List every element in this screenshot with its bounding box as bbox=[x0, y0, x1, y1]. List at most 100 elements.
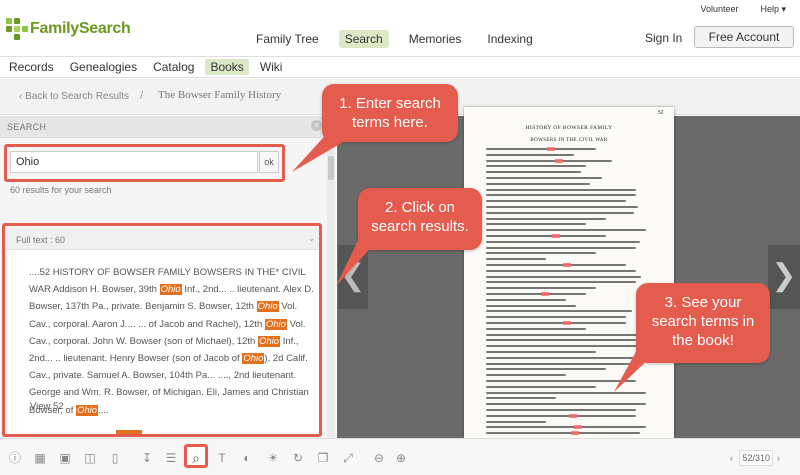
help-menu[interactable]: Help ▾ bbox=[760, 4, 786, 15]
page-number-field[interactable]: 52/310 bbox=[739, 450, 773, 466]
next-page-arrow-icon[interactable]: ❯ bbox=[768, 245, 800, 309]
volunteer-link[interactable]: Volunteer bbox=[700, 4, 738, 15]
page-text-line bbox=[486, 397, 556, 400]
page-text-line bbox=[486, 403, 646, 406]
page-text-line bbox=[486, 374, 566, 377]
page-pager: ‹ 52/310 › bbox=[730, 450, 780, 466]
callout-tail-2 bbox=[336, 228, 378, 286]
rotate-icon[interactable]: ↻ bbox=[291, 451, 305, 465]
grid-icon[interactable]: ▦ bbox=[33, 451, 47, 465]
page-term-highlight bbox=[541, 292, 549, 296]
page-text-line bbox=[486, 240, 640, 243]
search-input-highlight-box bbox=[4, 144, 285, 182]
free-account-button[interactable]: Free Account bbox=[694, 26, 794, 48]
zoom-out-icon[interactable]: ⊖ bbox=[372, 451, 386, 465]
breadcrumb-separator: / bbox=[140, 90, 144, 102]
search-subnav: Records Genealogies Catalog Books Wiki bbox=[0, 56, 800, 78]
page-text-line bbox=[486, 385, 596, 388]
page-text-line bbox=[486, 304, 576, 307]
page-text-line bbox=[486, 223, 586, 226]
utility-links: Volunteer Help ▾ bbox=[700, 4, 786, 15]
page-term-highlight bbox=[563, 321, 571, 325]
page-text-line bbox=[486, 333, 642, 336]
page-text-line bbox=[486, 414, 636, 417]
site-header: FamilySearch Volunteer Help ▾ Family Tre… bbox=[0, 0, 800, 56]
page-subheading: BOWSERS IN THE CIVIL WAR bbox=[530, 138, 608, 143]
page-text-line bbox=[486, 420, 546, 423]
page-term-highlight bbox=[569, 413, 577, 418]
page-text-line bbox=[486, 327, 586, 330]
panel-scrollbar[interactable] bbox=[327, 138, 335, 438]
download-icon[interactable]: ↧ bbox=[140, 451, 154, 465]
pager-next-icon[interactable]: › bbox=[777, 453, 780, 463]
info-icon[interactable]: ⓘ bbox=[8, 451, 22, 465]
page-text-line bbox=[486, 432, 640, 435]
page-text-line bbox=[486, 287, 596, 290]
search-icon[interactable]: ⌕ bbox=[189, 451, 203, 465]
subnav-genealogies[interactable]: Genealogies bbox=[65, 59, 142, 75]
page-text-line bbox=[486, 194, 636, 197]
page-text-line bbox=[486, 177, 602, 179]
pager-prev-icon[interactable]: ‹ bbox=[730, 453, 733, 463]
page-text-line bbox=[486, 351, 596, 353]
brightness-icon[interactable]: ☀ bbox=[266, 451, 280, 465]
page-text-line bbox=[486, 264, 626, 266]
page-text-line bbox=[486, 293, 586, 295]
nav-memories[interactable]: Memories bbox=[403, 30, 468, 48]
subnav-records[interactable]: Records bbox=[4, 59, 59, 75]
page-text-line bbox=[486, 217, 606, 220]
page-text-line bbox=[486, 235, 606, 237]
logo-tree-icon bbox=[6, 18, 28, 40]
page-text-line bbox=[486, 275, 641, 278]
page-text-line bbox=[486, 298, 566, 301]
search-panel-title: SEARCH bbox=[7, 122, 47, 132]
page-text-line bbox=[486, 426, 646, 429]
callout-tail-3 bbox=[614, 348, 654, 392]
text-icon[interactable]: T bbox=[215, 451, 229, 465]
back-to-results-link[interactable]: ‹ Back to Search Results bbox=[19, 91, 129, 102]
page-text-line bbox=[486, 171, 581, 174]
page-text-line bbox=[486, 258, 546, 261]
copy-icon[interactable]: ❐ bbox=[316, 451, 330, 465]
nav-family-tree[interactable]: Family Tree bbox=[250, 30, 325, 48]
page-term-highlight bbox=[547, 147, 555, 151]
single-page-icon[interactable]: ▯ bbox=[108, 451, 122, 465]
page-term-highlight bbox=[571, 431, 579, 436]
page-heading: HISTORY OF BOWSER FAMILY bbox=[525, 125, 613, 131]
two-page-icon[interactable]: ◫ bbox=[83, 451, 97, 465]
page-term-highlight bbox=[555, 158, 563, 163]
logo-text: FamilySearch bbox=[30, 20, 131, 37]
nav-search[interactable]: Search bbox=[338, 30, 389, 48]
page-text-line bbox=[486, 368, 606, 371]
list-icon[interactable]: ☰ bbox=[164, 451, 178, 465]
sign-in-link[interactable]: Sign In bbox=[645, 31, 682, 45]
contrast-icon[interactable]: ◐ bbox=[240, 451, 254, 465]
page-text-line bbox=[486, 229, 646, 232]
page-term-highlight bbox=[563, 263, 571, 267]
page-number: 52 bbox=[658, 110, 664, 116]
page-text-line bbox=[486, 211, 634, 214]
page-text-line bbox=[486, 182, 590, 185]
zoom-in-icon[interactable]: ⊕ bbox=[394, 451, 408, 465]
page-text-line bbox=[486, 339, 636, 342]
nav-indexing[interactable]: Indexing bbox=[481, 30, 538, 48]
page-text-line bbox=[486, 316, 626, 319]
page-text-line bbox=[486, 322, 626, 324]
subnav-wiki[interactable]: Wiki bbox=[255, 59, 288, 75]
page-text-line bbox=[486, 409, 636, 411]
subnav-books[interactable]: Books bbox=[205, 59, 249, 75]
page-term-highlight bbox=[574, 425, 582, 430]
book-title: The Bowser Family History bbox=[158, 89, 282, 101]
page-text-line bbox=[486, 206, 638, 208]
page-text-line bbox=[486, 159, 612, 162]
subnav-catalog[interactable]: Catalog bbox=[148, 59, 199, 75]
thumbnails-icon[interactable]: ▣ bbox=[58, 451, 72, 465]
main-nav: Family Tree Search Memories Indexing bbox=[250, 30, 547, 48]
page-text-line bbox=[486, 310, 632, 313]
familysearch-logo[interactable]: FamilySearch bbox=[6, 18, 131, 40]
page-text-line bbox=[486, 345, 646, 348]
callout-tail-1 bbox=[292, 128, 350, 172]
fullscreen-icon[interactable]: ⤢ bbox=[341, 451, 355, 465]
page-text-line bbox=[486, 252, 596, 255]
page-text-line bbox=[486, 200, 626, 203]
